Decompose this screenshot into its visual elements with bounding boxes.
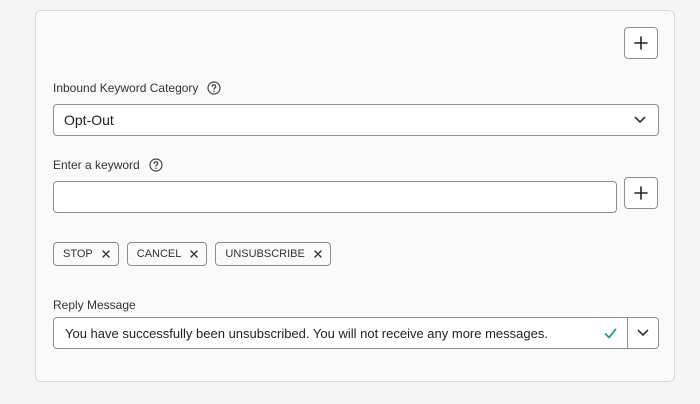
reply-message-combobox[interactable]: You have successfully been unsubscribed.… — [53, 317, 659, 349]
reply-message-dropdown-button[interactable] — [627, 318, 658, 348]
checkmark-icon — [604, 328, 617, 339]
category-select[interactable]: Opt-Out — [53, 104, 659, 136]
add-keyword-button[interactable] — [624, 177, 658, 209]
category-selected-value: Opt-Out — [64, 112, 114, 128]
keyword-tag-label: STOP — [63, 248, 93, 260]
help-circle-icon[interactable] — [207, 81, 222, 95]
keyword-label: Enter a keyword — [53, 158, 140, 172]
keyword-input[interactable] — [53, 181, 617, 213]
chevron-down-icon — [637, 329, 649, 336]
remove-tag-icon[interactable] — [190, 250, 199, 258]
reply-message-label: Reply Message — [53, 298, 136, 312]
help-circle-icon[interactable] — [149, 158, 163, 172]
remove-tag-icon[interactable] — [314, 250, 322, 258]
keyword-settings-card: Inbound Keyword Category Opt-Out Enter a… — [35, 10, 675, 382]
keyword-tag: CANCEL — [126, 242, 208, 266]
keyword-tag: UNSUBSCRIBE — [215, 242, 331, 266]
keyword-tag-label: CANCEL — [136, 248, 182, 260]
plus-icon — [634, 186, 648, 200]
keyword-tag-label: UNSUBSCRIBE — [225, 248, 305, 260]
remove-tag-icon[interactable] — [102, 250, 110, 258]
chevron-down-icon — [634, 116, 646, 123]
category-label-row: Inbound Keyword Category — [53, 81, 222, 95]
reply-label-row: Reply Message — [53, 298, 136, 312]
plus-icon — [634, 36, 648, 50]
add-section-button[interactable] — [624, 27, 658, 59]
category-label: Inbound Keyword Category — [53, 81, 199, 95]
keyword-tag-list: STOP CANCEL UNSUBSCRIBE — [53, 242, 331, 266]
reply-message-value[interactable]: You have successfully been unsubscribed.… — [54, 326, 604, 341]
keyword-tag: STOP — [53, 242, 119, 266]
keyword-label-row: Enter a keyword — [53, 158, 163, 172]
